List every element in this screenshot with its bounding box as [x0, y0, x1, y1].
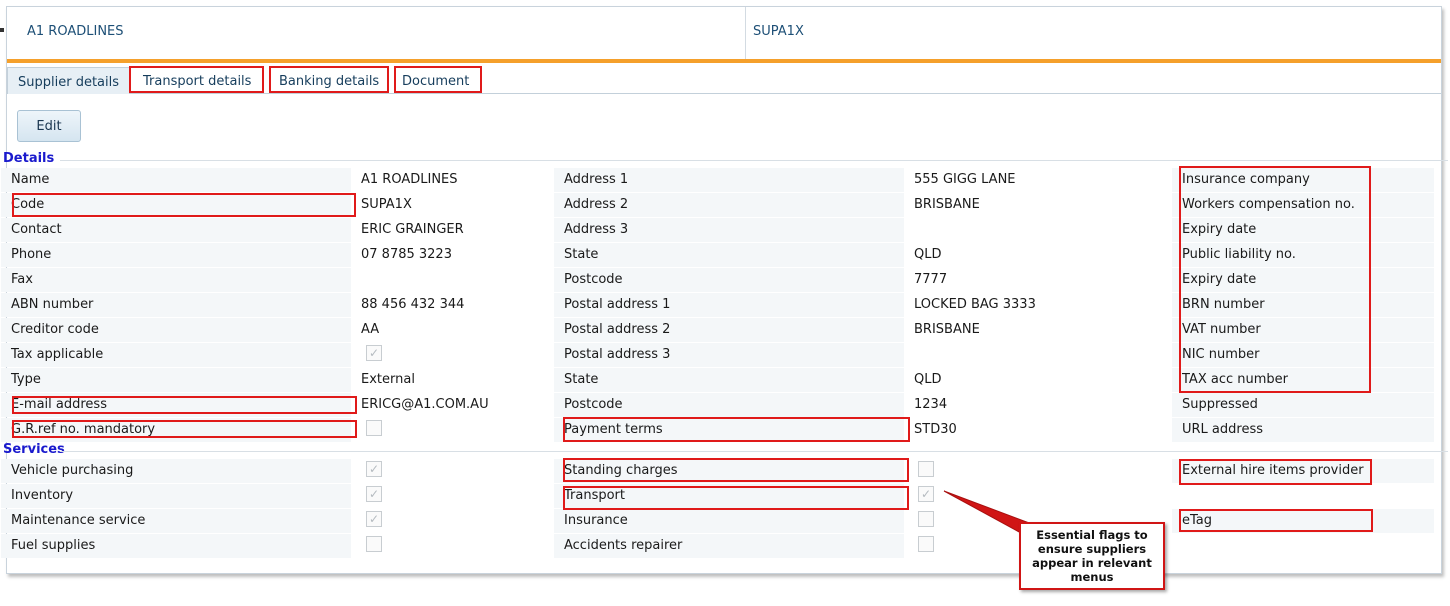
callout-note: Essential flags to ensure suppliers appe…: [1019, 522, 1165, 590]
callout-arrow: [943, 490, 1041, 540]
